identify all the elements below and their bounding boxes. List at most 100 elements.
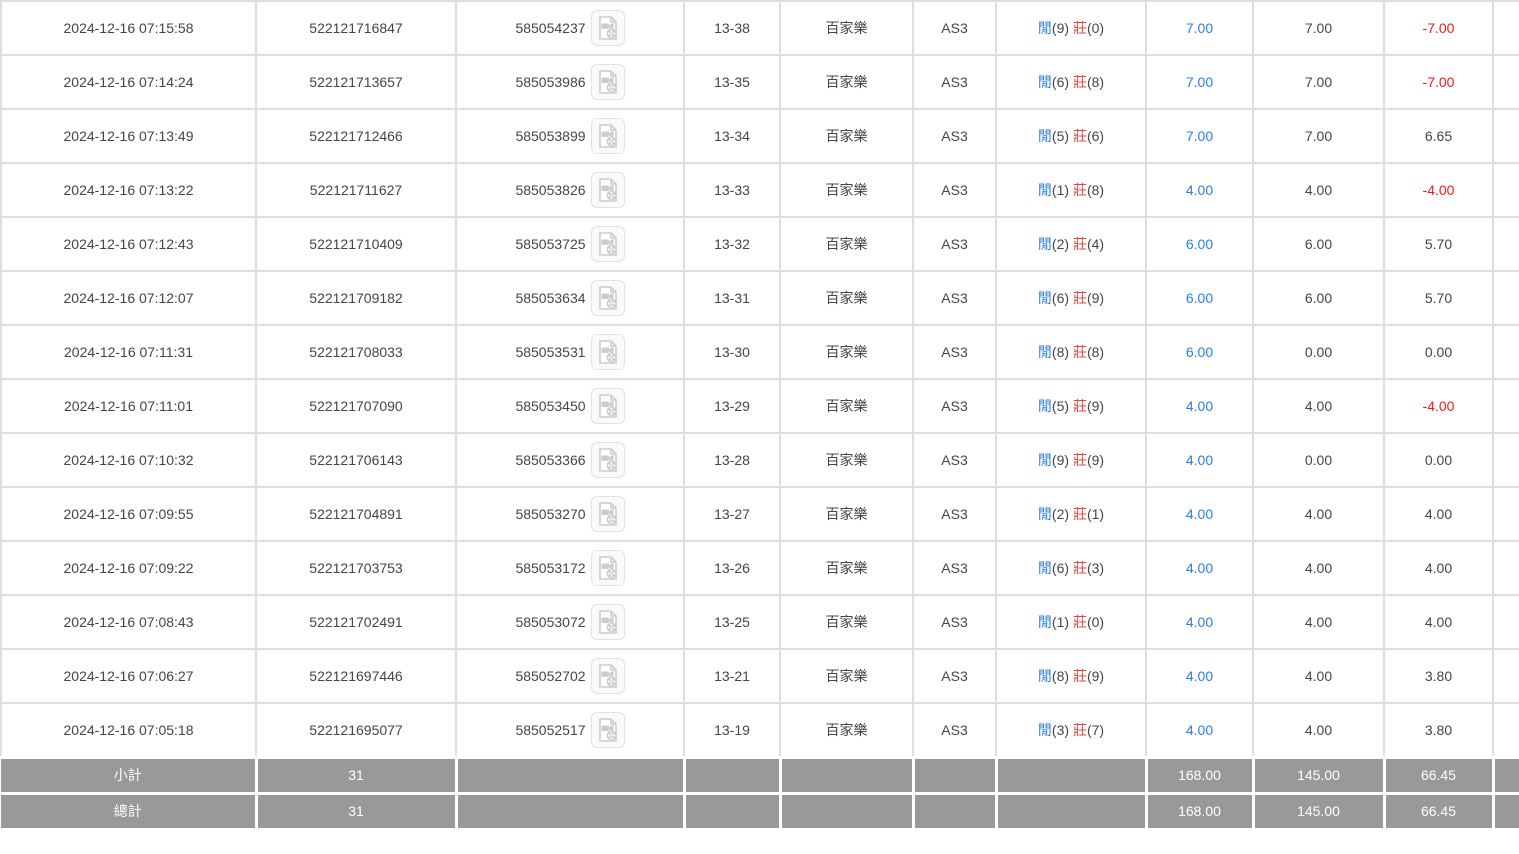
shoe-round: 13-19 bbox=[684, 703, 780, 757]
player-score: (5) bbox=[1052, 128, 1069, 144]
video-replay-button[interactable] bbox=[591, 442, 625, 478]
banker-label: 莊 bbox=[1073, 668, 1087, 684]
game-name: 百家樂 bbox=[780, 55, 913, 109]
table-id: AS3 bbox=[913, 55, 996, 109]
video-replay-icon bbox=[596, 609, 620, 635]
banker-score: (8) bbox=[1087, 74, 1104, 90]
table-id: AS3 bbox=[913, 163, 996, 217]
video-replay-button[interactable] bbox=[591, 118, 625, 154]
bet-history-row: 2024-12-16 07:11:01 522121707090 5850534… bbox=[1, 379, 1519, 433]
bet-amount: 7.00 bbox=[1146, 55, 1253, 109]
table-id: AS3 bbox=[913, 379, 996, 433]
win-loss-value: 4.00 bbox=[1384, 541, 1493, 595]
bet-id: 522121704891 bbox=[256, 487, 456, 541]
video-replay-button[interactable] bbox=[591, 658, 625, 694]
banker-score: (8) bbox=[1087, 182, 1104, 198]
game-name: 百家樂 bbox=[780, 433, 913, 487]
banker-score: (0) bbox=[1087, 20, 1104, 36]
bet-amount: 4.00 bbox=[1146, 649, 1253, 703]
game-result: 閒(6) 莊(8) bbox=[996, 55, 1146, 109]
video-replay-icon bbox=[596, 717, 620, 743]
bet-history-row: 2024-12-16 07:05:18 522121695077 5850525… bbox=[1, 703, 1519, 757]
player-label: 閒 bbox=[1038, 560, 1052, 576]
video-replay-button[interactable] bbox=[591, 64, 625, 100]
round-id: 585053366 bbox=[515, 452, 585, 468]
video-replay-button[interactable] bbox=[591, 388, 625, 424]
video-replay-button[interactable] bbox=[591, 172, 625, 208]
game-result: 閒(9) 莊(0) bbox=[996, 1, 1146, 55]
game-name: 百家樂 bbox=[780, 271, 913, 325]
game-name: 百家樂 bbox=[780, 109, 913, 163]
bet-id: 522121706143 bbox=[256, 433, 456, 487]
valid-bet-amount: 4.00 bbox=[1253, 163, 1384, 217]
bet-history-row: 2024-12-16 07:10:32 522121706143 5850533… bbox=[1, 433, 1519, 487]
banker-label: 莊 bbox=[1073, 560, 1087, 576]
shoe-round: 13-32 bbox=[684, 217, 780, 271]
player-score: (6) bbox=[1052, 290, 1069, 306]
player-label: 閒 bbox=[1038, 452, 1052, 468]
bet-time: 2024-12-16 07:12:07 bbox=[1, 271, 256, 325]
game-name: 百家樂 bbox=[780, 487, 913, 541]
banker-label: 莊 bbox=[1073, 506, 1087, 522]
video-replay-button[interactable] bbox=[591, 334, 625, 370]
bet-history-row: 2024-12-16 07:09:55 522121704891 5850532… bbox=[1, 487, 1519, 541]
video-replay-button[interactable] bbox=[591, 604, 625, 640]
bet-amount: 7.00 bbox=[1146, 1, 1253, 55]
shoe-round: 13-34 bbox=[684, 109, 780, 163]
shoe-round: 13-33 bbox=[684, 163, 780, 217]
game-result: 閒(8) 莊(9) bbox=[996, 649, 1146, 703]
player-label: 閒 bbox=[1038, 722, 1052, 738]
win-loss-value: 4.00 bbox=[1384, 595, 1493, 649]
win-loss-value: -4.00 bbox=[1384, 163, 1493, 217]
video-replay-button[interactable] bbox=[591, 10, 625, 46]
valid-bet-amount: 0.00 bbox=[1253, 325, 1384, 379]
video-replay-button[interactable] bbox=[591, 712, 625, 748]
banker-score: (7) bbox=[1087, 722, 1104, 738]
video-replay-button[interactable] bbox=[591, 280, 625, 316]
banker-label: 莊 bbox=[1073, 452, 1087, 468]
player-label: 閒 bbox=[1038, 20, 1052, 36]
player-score: (8) bbox=[1052, 344, 1069, 360]
bet-history-row: 2024-12-16 07:11:31 522121708033 5850535… bbox=[1, 325, 1519, 379]
round-id: 585053725 bbox=[515, 236, 585, 252]
table-id: AS3 bbox=[913, 325, 996, 379]
video-replay-button[interactable] bbox=[591, 226, 625, 262]
game-result: 閒(2) 莊(4) bbox=[996, 217, 1146, 271]
bet-id: 522121713657 bbox=[256, 55, 456, 109]
valid-bet-amount: 0.00 bbox=[1253, 433, 1384, 487]
bet-amount: 4.00 bbox=[1146, 379, 1253, 433]
video-replay-icon bbox=[596, 393, 620, 419]
bet-id: 522121702491 bbox=[256, 595, 456, 649]
bet-time: 2024-12-16 07:14:24 bbox=[1, 55, 256, 109]
round-id: 585053072 bbox=[515, 614, 585, 630]
game-result: 閒(1) 莊(0) bbox=[996, 595, 1146, 649]
banker-label: 莊 bbox=[1073, 290, 1087, 306]
player-score: (1) bbox=[1052, 182, 1069, 198]
round-id: 585053986 bbox=[515, 74, 585, 90]
empty-cell bbox=[1493, 649, 1519, 703]
video-replay-button[interactable] bbox=[591, 550, 625, 586]
total-bet: 168.00 bbox=[1146, 793, 1253, 829]
win-loss-value: -4.00 bbox=[1384, 379, 1493, 433]
bet-history-row: 2024-12-16 07:13:49 522121712466 5850538… bbox=[1, 109, 1519, 163]
history-rows: 2024-12-16 07:15:58 522121716847 5850542… bbox=[1, 1, 1519, 757]
player-score: (6) bbox=[1052, 74, 1069, 90]
game-name: 百家樂 bbox=[780, 595, 913, 649]
total-row: 總計 31 168.00 145.00 66.45 bbox=[1, 793, 1519, 829]
win-loss-value: 0.00 bbox=[1384, 325, 1493, 379]
video-replay-button[interactable] bbox=[591, 496, 625, 532]
bet-history-row: 2024-12-16 07:14:24 522121713657 5850539… bbox=[1, 55, 1519, 109]
player-label: 閒 bbox=[1038, 398, 1052, 414]
player-label: 閒 bbox=[1038, 74, 1052, 90]
banker-label: 莊 bbox=[1073, 614, 1087, 630]
empty-cell bbox=[1493, 379, 1519, 433]
player-label: 閒 bbox=[1038, 668, 1052, 684]
banker-label: 莊 bbox=[1073, 20, 1087, 36]
win-loss-value: 4.00 bbox=[1384, 487, 1493, 541]
game-result: 閒(1) 莊(8) bbox=[996, 163, 1146, 217]
video-replay-icon bbox=[596, 177, 620, 203]
game-name: 百家樂 bbox=[780, 163, 913, 217]
video-replay-icon bbox=[596, 15, 620, 41]
win-loss-value: 3.80 bbox=[1384, 703, 1493, 757]
bet-amount: 4.00 bbox=[1146, 163, 1253, 217]
